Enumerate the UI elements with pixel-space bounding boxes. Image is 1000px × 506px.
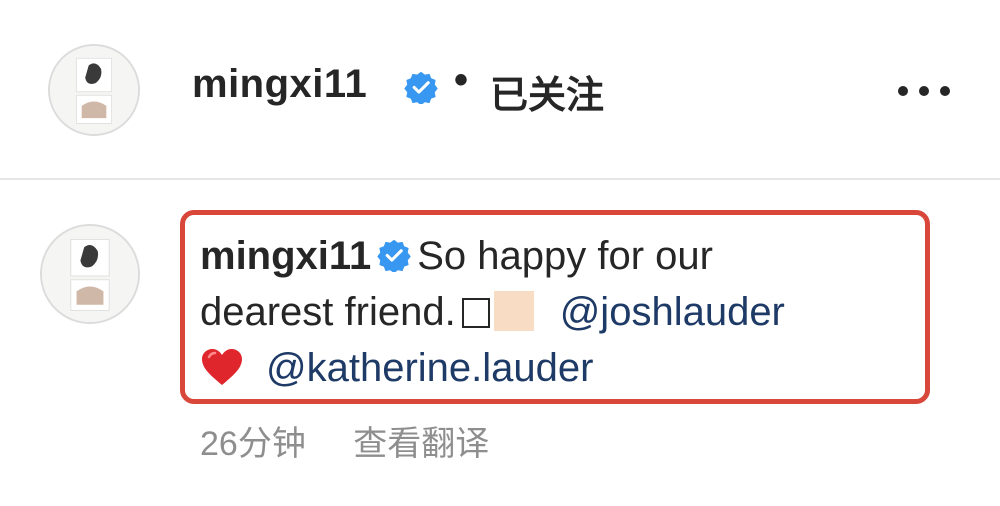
header-username[interactable]: mingxi11 <box>192 62 367 107</box>
missing-glyph-icon <box>461 298 490 328</box>
skin-tone-emoji-icon <box>493 291 534 331</box>
header-avatar[interactable] <box>48 44 140 136</box>
comment-section: mingxi11 So happy for our dearest friend… <box>0 180 1000 506</box>
avatar-photo-icon <box>50 46 138 134</box>
comment-body-line2: dearest friend. <box>200 290 456 334</box>
follow-status-button[interactable]: 已关注 <box>490 64 604 119</box>
comment-username[interactable]: mingxi11 <box>200 234 371 278</box>
verified-badge-icon <box>377 240 411 273</box>
mention-joshlauder[interactable]: @joshlauder <box>560 290 785 334</box>
red-heart-icon <box>202 349 242 385</box>
see-translation-link[interactable]: 查看翻译 <box>353 425 489 463</box>
comment-avatar[interactable] <box>40 224 140 324</box>
mention-katherine-lauder[interactable]: @katherine.lauder <box>266 346 593 390</box>
separator-dot: • <box>454 58 469 102</box>
avatar-photo-icon <box>42 226 138 322</box>
comment-text: mingxi11 So happy for our dearest friend… <box>200 228 920 396</box>
comment-meta: 26分钟 查看翻译 <box>200 416 489 465</box>
verified-badge-icon <box>404 70 438 104</box>
comment-body-line1: So happy for our <box>417 234 713 278</box>
post-header: mingxi11 • 已关注 <box>0 0 1000 180</box>
more-options-icon[interactable] <box>892 72 956 108</box>
comment-timestamp: 26分钟 <box>200 425 306 463</box>
